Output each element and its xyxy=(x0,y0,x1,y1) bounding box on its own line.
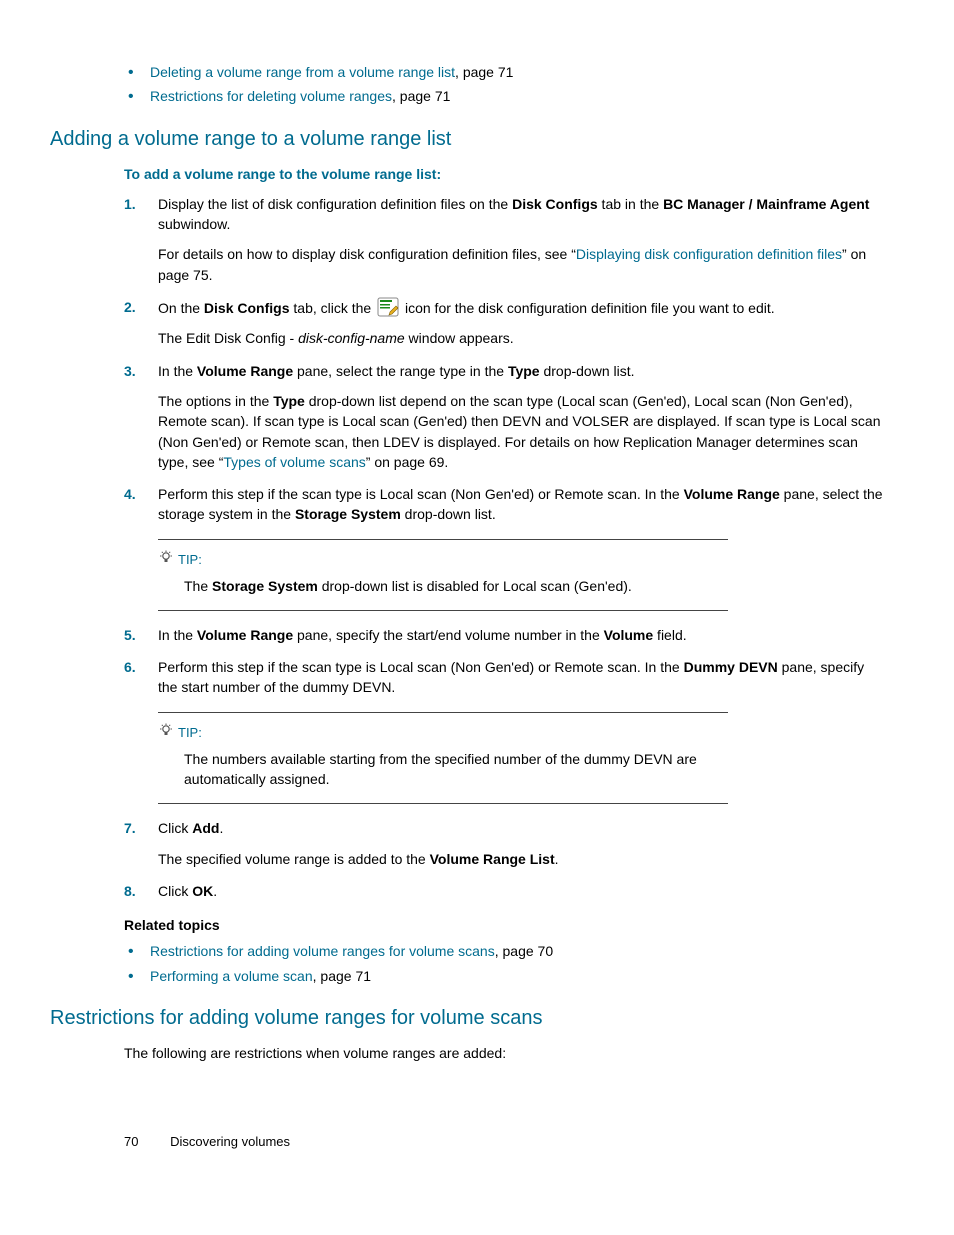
step-3: 3. In the Volume Range pane, select the … xyxy=(124,361,884,472)
step-number: 2. xyxy=(124,297,136,317)
step-6: 6. Perform this step if the scan type is… xyxy=(124,657,884,698)
tip-box: TIP: The numbers available starting from… xyxy=(158,712,728,804)
step-detail: The specified volume range is added to t… xyxy=(158,849,884,869)
step-8: 8. Click OK. xyxy=(124,881,884,901)
step-text: Perform this step if the scan type is Lo… xyxy=(158,659,864,695)
step-7: 7. Click Add. The specified volume range… xyxy=(124,818,884,869)
step-text: Perform this step if the scan type is Lo… xyxy=(158,486,883,522)
list-item: Performing a volume scan, page 71 xyxy=(150,966,884,986)
lightbulb-icon xyxy=(158,550,174,570)
tip-body: The Storage System drop-down list is dis… xyxy=(184,576,728,596)
tip-heading: TIP: xyxy=(158,723,728,743)
step-number: 1. xyxy=(124,194,136,214)
page-footer: 70 Discovering volumes xyxy=(124,1133,884,1152)
step-2: 2. On the Disk Configs tab, click the ic… xyxy=(124,297,884,349)
procedure-steps-cont2: 7. Click Add. The specified volume range… xyxy=(50,818,884,901)
step-detail: The Edit Disk Config - disk-config-name … xyxy=(158,328,884,348)
lightbulb-icon xyxy=(158,723,174,743)
step-detail: For details on how to display disk confi… xyxy=(158,244,884,285)
tip-box: TIP: The Storage System drop-down list i… xyxy=(158,539,728,611)
link-displaying-disk-config[interactable]: Displaying disk configuration definition… xyxy=(576,246,842,262)
link-delete-range[interactable]: Deleting a volume range from a volume ra… xyxy=(150,64,455,80)
procedure-intro: To add a volume range to the volume rang… xyxy=(124,164,884,184)
heading-restrictions: Restrictions for adding volume ranges fo… xyxy=(50,1004,884,1033)
edit-icon xyxy=(377,297,399,317)
procedure-steps: 1. Display the list of disk configuratio… xyxy=(50,194,884,525)
step-text: Display the list of disk configuration d… xyxy=(158,196,869,232)
chapter-title: Discovering volumes xyxy=(170,1134,290,1149)
step-text: In the Volume Range pane, select the ran… xyxy=(158,363,635,379)
page-ref: , page 71 xyxy=(455,64,513,80)
page-number: 70 xyxy=(124,1133,138,1152)
step-detail: The options in the Type drop-down list d… xyxy=(158,391,884,472)
tip-label: TIP: xyxy=(178,725,202,740)
page-ref: , page 70 xyxy=(495,943,553,959)
step-4: 4. Perform this step if the scan type is… xyxy=(124,484,884,525)
tip-label: TIP: xyxy=(178,552,202,567)
step-number: 8. xyxy=(124,881,136,901)
step-number: 5. xyxy=(124,625,136,645)
link-restrictions-delete[interactable]: Restrictions for deleting volume ranges xyxy=(150,88,392,104)
restrictions-intro: The following are restrictions when volu… xyxy=(124,1043,884,1063)
tip-body: The numbers available starting from the … xyxy=(184,749,728,790)
list-item: Restrictions for adding volume ranges fo… xyxy=(150,941,884,961)
link-performing-volume-scan[interactable]: Performing a volume scan xyxy=(150,968,313,984)
step-text: Click OK. xyxy=(158,883,217,899)
procedure-steps-cont: 5. In the Volume Range pane, specify the… xyxy=(50,625,884,698)
page-ref: , page 71 xyxy=(392,88,450,104)
step-text: On the Disk Configs tab, click the icon … xyxy=(158,300,775,316)
step-number: 6. xyxy=(124,657,136,677)
list-item: Deleting a volume range from a volume ra… xyxy=(150,62,884,82)
list-item: Restrictions for deleting volume ranges,… xyxy=(150,86,884,106)
step-5: 5. In the Volume Range pane, specify the… xyxy=(124,625,884,645)
page-ref: , page 71 xyxy=(313,968,371,984)
link-restrictions-adding[interactable]: Restrictions for adding volume ranges fo… xyxy=(150,943,495,959)
heading-adding-volume-range: Adding a volume range to a volume range … xyxy=(50,125,884,154)
step-1: 1. Display the list of disk configuratio… xyxy=(124,194,884,285)
related-topics-list: Restrictions for adding volume ranges fo… xyxy=(50,941,884,986)
step-number: 4. xyxy=(124,484,136,504)
step-text: In the Volume Range pane, specify the st… xyxy=(158,627,687,643)
related-topics-heading: Related topics xyxy=(124,915,884,935)
step-number: 3. xyxy=(124,361,136,381)
step-number: 7. xyxy=(124,818,136,838)
top-related-list: Deleting a volume range from a volume ra… xyxy=(50,62,884,107)
link-types-volume-scans[interactable]: Types of volume scans xyxy=(223,454,365,470)
tip-heading: TIP: xyxy=(158,550,728,570)
step-text: Click Add. xyxy=(158,820,223,836)
